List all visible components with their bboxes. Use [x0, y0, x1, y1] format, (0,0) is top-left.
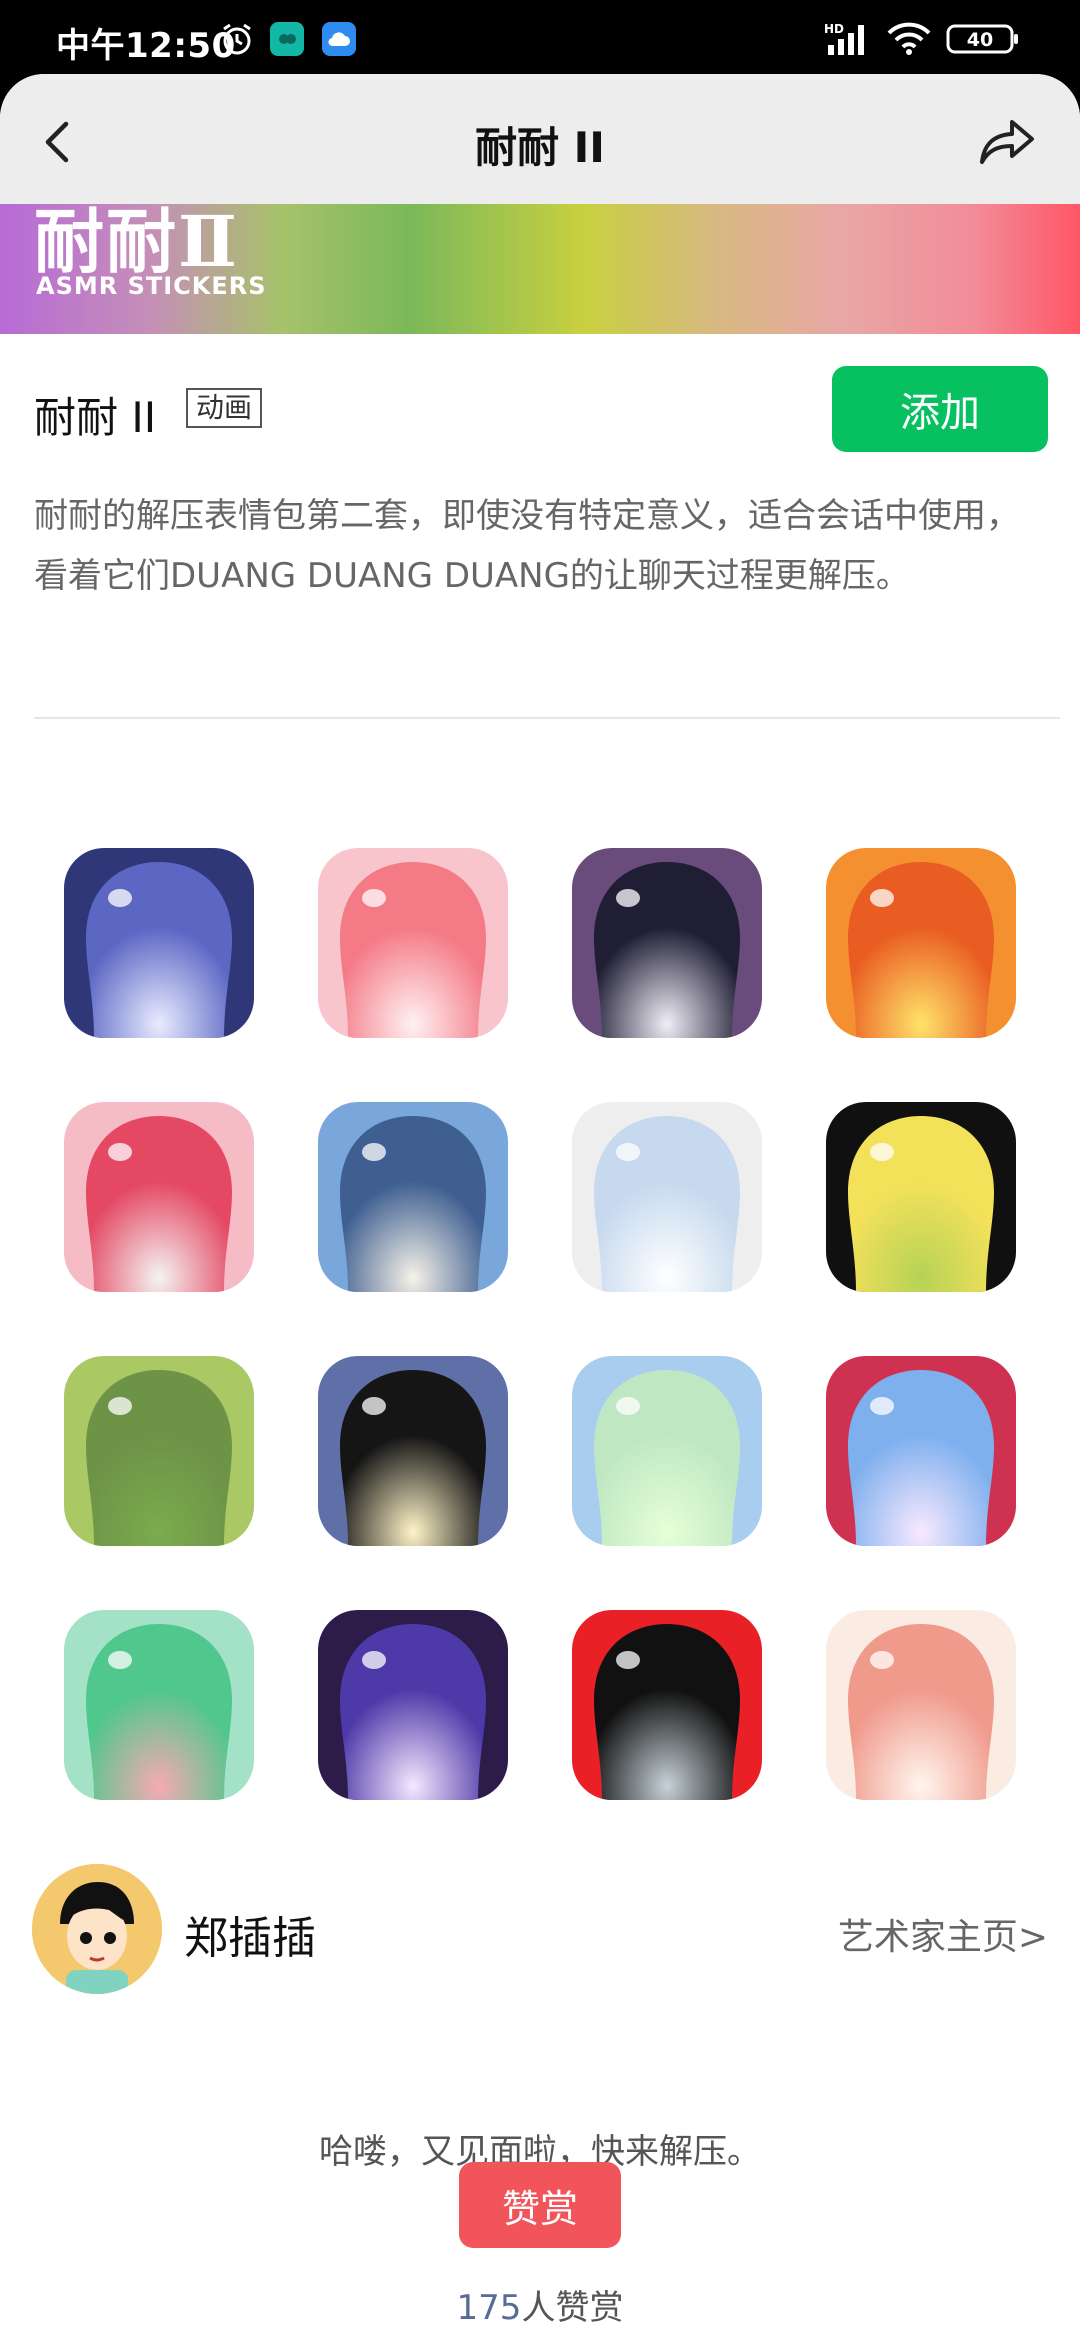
reward-button[interactable]: 赞赏 — [459, 2162, 621, 2248]
jelly-sticker-icon — [826, 1102, 1016, 1292]
sticker-tile[interactable] — [318, 848, 508, 1038]
sticker-tile[interactable] — [64, 848, 254, 1038]
reward-count: 175人赞赏 — [0, 2280, 1080, 2329]
divider — [34, 717, 1060, 719]
jelly-sticker-icon — [318, 1356, 508, 1546]
network-type-label: HD — [824, 22, 844, 36]
signal-icon: HD — [822, 22, 874, 56]
jelly-sticker-icon — [572, 848, 762, 1038]
artist-homepage-link[interactable]: 艺术家主页> — [838, 1908, 1048, 1960]
wifi-icon — [884, 22, 934, 56]
battery-level: 40 — [967, 29, 993, 51]
app-notification-icon — [270, 22, 304, 56]
sticker-tile[interactable] — [572, 1356, 762, 1546]
animation-tag: 动画 — [186, 388, 263, 428]
jelly-sticker-icon — [826, 848, 1016, 1038]
status-bar: 中午12:50 HD 40 — [0, 0, 1080, 78]
cartoon-avatar-icon — [32, 1864, 162, 1994]
jelly-sticker-icon — [572, 1610, 762, 1800]
share-arrow-icon — [980, 120, 1034, 164]
page-title: 耐耐 II — [475, 123, 605, 172]
sticker-tile[interactable] — [826, 1610, 1016, 1800]
reward-count-suffix: 人赞赏 — [521, 2288, 624, 2328]
pack-name: 耐耐 II — [34, 393, 157, 442]
sticker-tile[interactable] — [64, 1356, 254, 1546]
jelly-sticker-icon — [318, 848, 508, 1038]
jelly-sticker-icon — [64, 848, 254, 1038]
artist-name: 郑插插 — [184, 1913, 316, 1964]
sticker-tile[interactable] — [826, 848, 1016, 1038]
cloud-icon — [322, 22, 356, 56]
sticker-tile[interactable] — [318, 1610, 508, 1800]
sticker-tile[interactable] — [826, 1356, 1016, 1546]
share-button[interactable] — [976, 112, 1040, 172]
jelly-sticker-icon — [572, 1102, 762, 1292]
artist-avatar[interactable] — [32, 1864, 162, 1994]
pack-banner: 耐耐Ⅱ — [0, 200, 1080, 334]
add-button[interactable]: 添加 — [832, 366, 1048, 452]
jelly-sticker-icon — [572, 1356, 762, 1546]
sticker-detail-sheet: 耐耐 II 耐耐Ⅱ ASMR STICKERS 耐耐 II 动画 添加 耐耐的解… — [0, 74, 1080, 2340]
jelly-sticker-icon — [64, 1102, 254, 1292]
sticker-tile[interactable] — [64, 1610, 254, 1800]
jelly-sticker-icon — [318, 1610, 508, 1800]
alarm-icon — [218, 22, 256, 56]
sticker-tile[interactable] — [572, 1610, 762, 1800]
sticker-tile[interactable] — [318, 1356, 508, 1546]
sticker-tile[interactable] — [572, 848, 762, 1038]
sticker-tile[interactable] — [64, 1102, 254, 1292]
status-time: 中午12:50 — [56, 26, 236, 66]
jelly-sticker-icon — [64, 1356, 254, 1546]
pack-description: 耐耐的解压表情包第二套，即使没有特定意义，适合会话中使用，看着它们DUANG D… — [34, 496, 1020, 596]
jelly-sticker-icon — [64, 1610, 254, 1800]
jelly-sticker-icon — [826, 1610, 1016, 1800]
battery-icon: 40 — [946, 22, 1020, 56]
sticker-tile[interactable] — [318, 1102, 508, 1292]
sticker-tile[interactable] — [826, 1102, 1016, 1292]
banner-subtitle: ASMR STICKERS — [36, 272, 267, 300]
jelly-sticker-icon — [826, 1356, 1016, 1546]
jelly-sticker-icon — [318, 1102, 508, 1292]
sticker-tile[interactable] — [572, 1102, 762, 1292]
nav-bar: 耐耐 II — [0, 74, 1080, 204]
reward-count-number[interactable]: 175 — [457, 2288, 522, 2328]
